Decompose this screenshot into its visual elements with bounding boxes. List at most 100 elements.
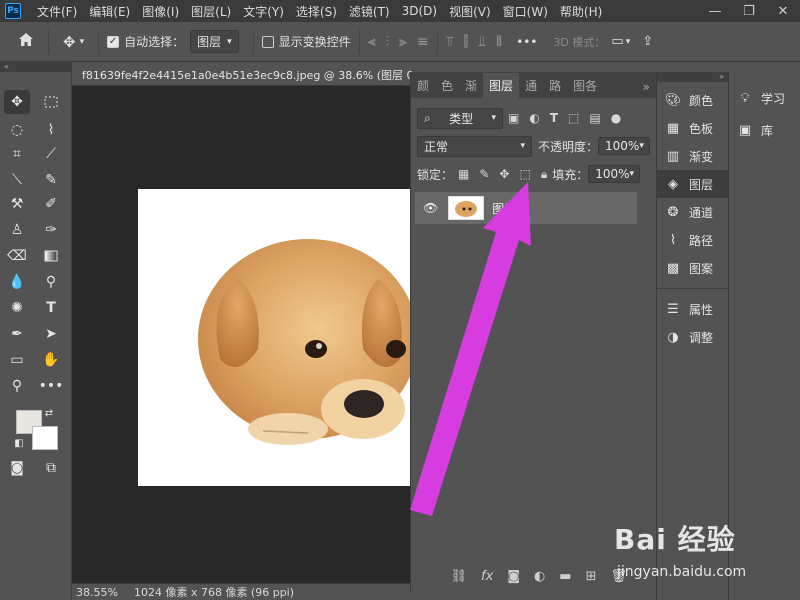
hand-tool[interactable]: ✋: [38, 348, 64, 372]
dock-layers[interactable]: ◈ 图层: [657, 170, 728, 198]
crop-tool[interactable]: ⌗: [4, 142, 30, 166]
dodge-tool[interactable]: ⚲: [38, 270, 64, 294]
dock-channels[interactable]: ❂ 通道: [657, 198, 728, 226]
lock-image-icon[interactable]: ✎: [479, 167, 489, 181]
blend-mode-dropdown[interactable]: 正常 ▾: [417, 135, 532, 157]
screen-mode-icon[interactable]: ⧉: [38, 456, 64, 480]
dock-libraries[interactable]: ▣ 库: [729, 114, 800, 146]
dock-color[interactable]: 🎨︎ 颜色: [657, 86, 728, 114]
canvas-area[interactable]: [72, 86, 412, 583]
menu-layer[interactable]: 图层(L): [185, 3, 237, 20]
dock-patterns[interactable]: ▩ 图案: [657, 254, 728, 282]
quick-selection-tool[interactable]: ⌇: [38, 118, 64, 142]
shape-tool[interactable]: ▭: [4, 348, 30, 372]
tab-channels[interactable]: 通: [519, 73, 543, 98]
menu-image[interactable]: 图像(I): [136, 3, 185, 20]
fx-icon[interactable]: fx: [481, 569, 493, 584]
eyedropper-tool[interactable]: ⟋: [38, 142, 64, 166]
dock-learn[interactable]: 💡︎ 学习: [729, 82, 800, 114]
menu-filter[interactable]: 滤镜(T): [343, 3, 396, 20]
filter-toggle-icon[interactable]: ●: [611, 111, 621, 125]
more-options-button[interactable]: •••: [516, 35, 537, 49]
adjustment-layer-icon[interactable]: ◐: [534, 569, 545, 584]
align-top-icon[interactable]: ⫪: [446, 34, 454, 50]
home-icon[interactable]: [18, 32, 34, 51]
layer-name[interactable]: 图层: [492, 200, 516, 217]
gradient-tool[interactable]: [38, 244, 64, 268]
shape-filter-icon[interactable]: ⬚: [568, 111, 579, 125]
more-tools-icon[interactable]: •••: [38, 374, 64, 398]
chevron-down-icon[interactable]: ▾: [80, 37, 85, 47]
lasso-tool[interactable]: ◌: [4, 118, 30, 142]
sponge-tool[interactable]: ✺: [4, 296, 30, 320]
dock-properties[interactable]: ☰ 属性: [657, 295, 728, 323]
move-tool[interactable]: ✥: [4, 90, 30, 114]
zoom-level[interactable]: 38.55%: [76, 586, 118, 599]
lock-position-icon[interactable]: ✥: [499, 167, 509, 181]
layer-row[interactable]: 👁︎ 图层: [415, 192, 637, 224]
new-group-icon[interactable]: ▬: [559, 569, 571, 584]
smart-object-filter-icon[interactable]: ▤: [589, 111, 600, 125]
align-left-icon[interactable]: ⫷: [368, 34, 376, 50]
history-brush-tool[interactable]: ✐: [38, 192, 64, 216]
restore-button[interactable]: ❐: [732, 4, 766, 19]
lock-transparent-icon[interactable]: ▦: [458, 167, 469, 181]
clone-stamp-tool[interactable]: ⚒: [4, 192, 30, 216]
tab-layers[interactable]: 图层: [483, 73, 520, 98]
healing-brush-tool[interactable]: ⟍: [4, 168, 30, 192]
menu-3d[interactable]: 3D(D): [396, 4, 443, 18]
brush-tool[interactable]: ✎: [38, 168, 64, 192]
document-canvas[interactable]: [138, 189, 412, 486]
close-button[interactable]: ✕: [766, 4, 800, 19]
add-mask-icon[interactable]: ◙: [507, 569, 520, 584]
type-tool[interactable]: T: [38, 296, 64, 320]
stamp-tool[interactable]: ♙: [4, 218, 30, 242]
dock-gradients[interactable]: ▥ 渐变: [657, 142, 728, 170]
align-right-icon[interactable]: ⫸: [399, 34, 407, 50]
align-bottom-icon[interactable]: ⫫: [478, 34, 486, 50]
dock-swatches[interactable]: ▦ 色板: [657, 114, 728, 142]
link-layers-icon[interactable]: ⛓: [451, 569, 468, 584]
filter-type-dropdown[interactable]: ⌕ 类型 ▾: [417, 107, 503, 129]
share-icon[interactable]: ⇪: [642, 34, 653, 49]
dock-paths[interactable]: ⌇ 路径: [657, 226, 728, 254]
tab-patterns[interactable]: 图各: [567, 73, 603, 98]
swap-colors-icon[interactable]: ⇄: [42, 406, 56, 420]
menu-window[interactable]: 窗口(W): [497, 3, 554, 20]
align-center-icon[interactable]: ⫶: [386, 34, 390, 50]
tab-color[interactable]: 颜: [411, 73, 435, 98]
adjustment-filter-icon[interactable]: ◐: [529, 111, 539, 125]
tab-gradients[interactable]: 渐: [459, 73, 483, 98]
eye-icon[interactable]: 👁︎: [423, 201, 438, 215]
lock-artboard-icon[interactable]: ⬚: [519, 167, 530, 181]
auto-select-dropdown[interactable]: 图层 ▾: [190, 30, 239, 53]
eraser-tool[interactable]: ⌫: [4, 244, 30, 268]
default-colors-icon[interactable]: ◧: [12, 436, 26, 450]
delete-layer-icon[interactable]: 🗑︎: [610, 569, 627, 584]
distribute-vertical-icon[interactable]: ⦀: [496, 34, 502, 50]
chevron-down-icon[interactable]: ▾: [626, 37, 631, 47]
menu-select[interactable]: 选择(S): [290, 3, 343, 20]
background-color-swatch[interactable]: [32, 426, 58, 450]
document-tab[interactable]: f81639fe4f2e4415e1a0e4b51e3ec9c8.jpeg @ …: [72, 62, 412, 86]
menu-file[interactable]: 文件(F): [31, 3, 83, 20]
image-filter-icon[interactable]: ▣: [508, 111, 519, 125]
move-tool-icon[interactable]: ✥: [63, 33, 76, 51]
new-layer-icon[interactable]: ⊞: [586, 569, 597, 584]
blur-tool[interactable]: 💧: [4, 270, 30, 294]
path-selection-tool[interactable]: ➤: [38, 322, 64, 346]
minimize-button[interactable]: —: [698, 4, 732, 19]
tab-swatches[interactable]: 色: [435, 73, 459, 98]
menu-type[interactable]: 文字(Y): [237, 3, 290, 20]
marquee-tool[interactable]: [38, 90, 64, 114]
pen-tool[interactable]: ✒: [4, 322, 30, 346]
menu-edit[interactable]: 编辑(E): [83, 3, 136, 20]
opacity-field[interactable]: 100% ▾: [598, 137, 650, 155]
menu-help[interactable]: 帮助(H): [554, 3, 608, 20]
show-transform-checkbox[interactable]: [261, 35, 274, 48]
dock-collapse-strip[interactable]: »: [657, 72, 728, 82]
fill-field[interactable]: 100% ▾: [588, 165, 641, 183]
art-history-tool[interactable]: ✑: [38, 218, 64, 242]
align-middle-icon[interactable]: ⫿: [464, 34, 468, 50]
dock-adjustments[interactable]: ◑ 调整: [657, 323, 728, 351]
